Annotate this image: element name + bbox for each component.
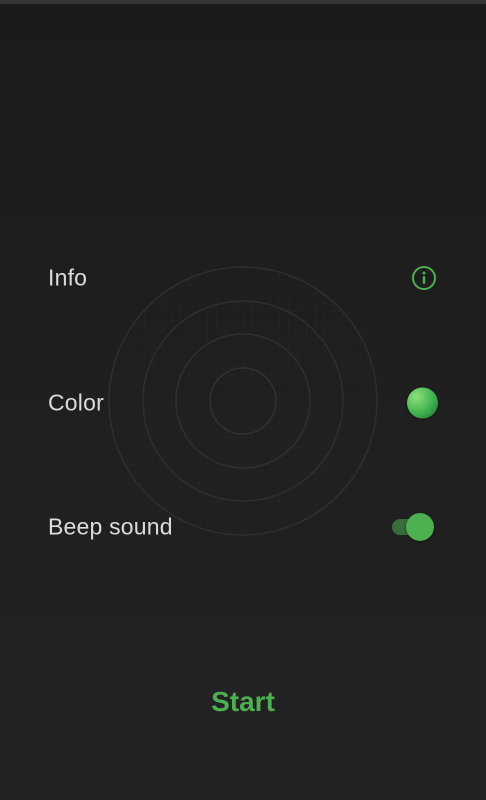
setting-row-color[interactable]: Color (0, 378, 486, 428)
info-label: Info (48, 264, 88, 291)
beep-sound-toggle[interactable] (390, 512, 436, 542)
color-label: Color (48, 389, 104, 416)
toggle-thumb (406, 513, 434, 541)
info-icon[interactable] (410, 264, 438, 292)
status-bar-strip (0, 0, 486, 4)
beep-sound-label: Beep sound (48, 513, 173, 540)
setting-row-beep-sound[interactable]: Beep sound (0, 502, 486, 552)
color-picker-swatch[interactable] (407, 387, 438, 419)
setting-row-info[interactable]: Info (0, 253, 486, 303)
start-button[interactable]: Start (143, 676, 343, 728)
